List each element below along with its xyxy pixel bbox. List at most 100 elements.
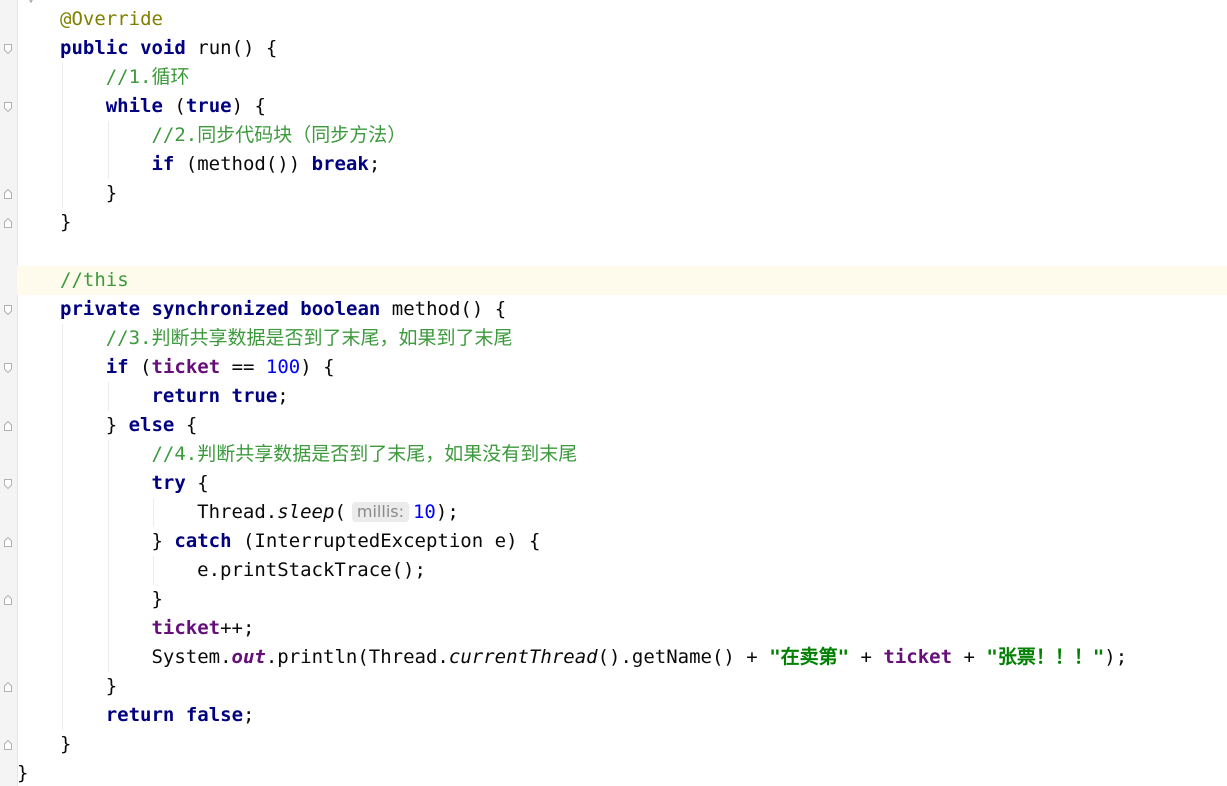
fold-open-icon[interactable] [4,44,12,54]
token-str: "张票！！！" [986,646,1105,668]
token-str: "在卖第" [769,646,850,668]
fold-open-icon[interactable] [4,479,12,489]
code-token: ; [243,704,255,726]
fold-open-icon[interactable] [4,102,12,112]
code-line[interactable]: //3.判断共享数据是否到了末尾，如果到了末尾 [17,324,1227,353]
code-token: { [174,414,198,436]
token-fld: ticket [151,617,221,639]
code-token: method() { [380,298,507,320]
code-line[interactable]: public void run() { [17,34,1227,63]
token-kw: if [151,153,175,175]
code-token: } [17,762,29,784]
code-token: } [151,530,175,552]
code-line[interactable]: //2.同步代码块（同步方法） [17,121,1227,150]
token-ann: @Override [60,8,163,30]
code-line[interactable]: //this [17,266,1227,295]
code-line[interactable]: ticket++; [17,614,1227,643]
token-kw: boolean [300,298,381,320]
code-line[interactable]: if (ticket == 100) { [17,353,1227,382]
token-kw: return [105,704,175,726]
fold-close-icon[interactable] [4,421,12,431]
code-token: } [105,414,129,436]
code-line[interactable]: while (true) { [17,92,1227,121]
code-token: (method()) [174,153,312,175]
code-line[interactable]: @Override [17,5,1227,34]
code-token: .println(Thread. [265,646,449,668]
fold-open-icon[interactable] [4,305,12,315]
code-token: (InterruptedException e) { [231,530,541,552]
code-token: e.printStackTrace(); [197,559,426,581]
token-kw: false [185,704,244,726]
code-token: ); [1104,646,1128,668]
code-line[interactable]: System.out.println(Thread.currentThread(… [17,643,1227,672]
edit-marker-icon [29,0,33,3]
fold-close-icon[interactable] [4,189,12,199]
token-kw: synchronized [151,298,289,320]
token-kw: else [128,414,175,436]
code-token: } [151,588,163,610]
code-line[interactable]: } [17,179,1227,208]
token-kw: private [60,298,141,320]
fold-close-icon[interactable] [4,740,12,750]
code-token: run() { [185,37,278,59]
code-line[interactable]: try { [17,469,1227,498]
token-kw: true [185,95,232,117]
token-cm: //this [60,269,129,291]
fold-close-icon[interactable] [4,537,12,547]
code-token: System. [151,646,232,668]
token-kw: true [231,385,278,407]
token-cm: //4.判断共享数据是否到了末尾，如果没有到末尾 [151,443,578,465]
code-line[interactable]: //4.判断共享数据是否到了末尾，如果没有到末尾 [17,440,1227,469]
code-token: ; [368,153,381,175]
token-kw: while [105,95,163,117]
code-line[interactable]: } else { [17,411,1227,440]
token-fld: ticket [151,356,221,378]
token-kw: void [140,37,186,59]
code-line[interactable]: return true; [17,382,1227,411]
code-line[interactable]: } [17,585,1227,614]
code-token: + [849,646,884,668]
code-line[interactable]: } [17,730,1227,759]
code-line[interactable]: Thread.sleep(millis: 10); [17,498,1227,527]
code-line[interactable]: } [17,759,1227,786]
code-line[interactable]: } catch (InterruptedException e) { [17,527,1227,556]
token-it: currentThread [448,646,598,668]
token-kw: return [151,385,221,407]
fold-close-icon[interactable] [4,682,12,692]
code-token: } [60,733,72,755]
code-editor[interactable]: @Override public void run() { //1.循环 while … [0,0,1227,786]
code-token: ++; [220,617,255,639]
code-line[interactable]: } [17,208,1227,237]
code-token: ().getName() + [597,646,770,668]
fold-close-icon[interactable] [4,595,12,605]
fold-open-icon[interactable] [4,363,12,373]
code-token: { [185,472,209,494]
code-token: ) { [300,356,335,378]
fold-close-icon[interactable] [4,218,12,228]
token-num: 100 [265,356,301,378]
parameter-hint: millis: [351,502,409,522]
code-token: ( [128,356,152,378]
token-fld: ticket [883,646,953,668]
code-line[interactable]: //1.循环 [17,63,1227,92]
code-token: } [60,211,72,233]
code-line[interactable]: private synchronized boolean method() { [17,295,1227,324]
token-cm: //1.循环 [105,66,190,88]
token-num: 10 [412,501,436,523]
code-line[interactable]: } [17,672,1227,701]
code-line[interactable]: return false; [17,701,1227,730]
code-token: ( [334,501,346,523]
code-token: } [105,675,118,697]
editor-gutter [0,0,18,786]
code-token: ; [277,385,289,407]
token-cm: //2.同步代码块（同步方法） [151,124,407,146]
code-line[interactable]: e.printStackTrace(); [17,556,1227,585]
code-token: Thread. [197,501,278,523]
code-line[interactable]: if (method()) break; [17,150,1227,179]
code-line[interactable] [17,237,1227,266]
token-kw: break [311,153,369,175]
token-it: sleep [277,501,335,523]
